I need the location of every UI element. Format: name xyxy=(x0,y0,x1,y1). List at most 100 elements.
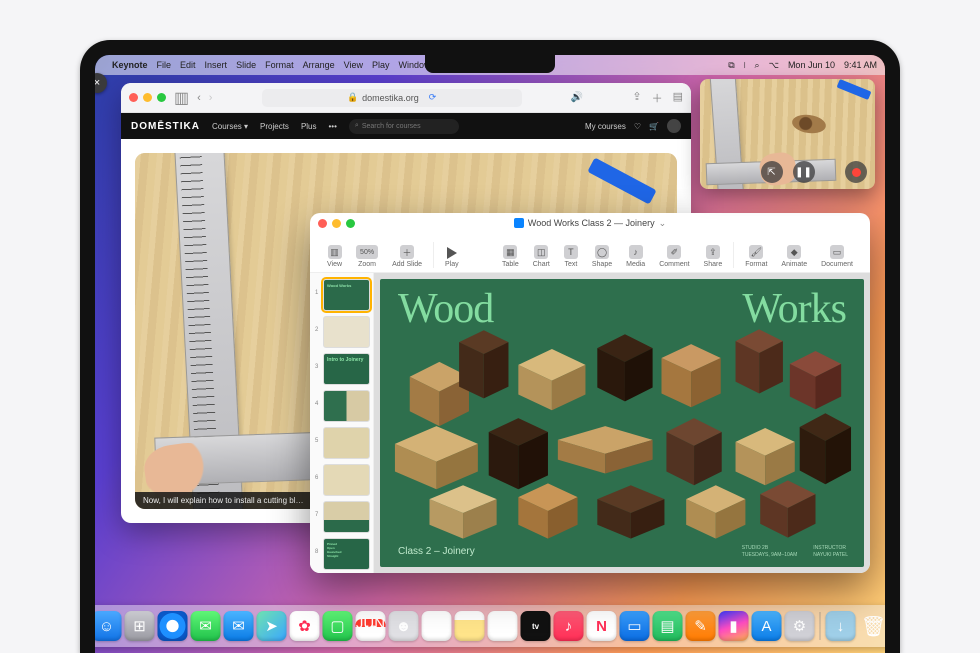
tool-zoom[interactable]: 50%Zoom xyxy=(349,245,385,268)
dock-news[interactable]: N xyxy=(587,611,617,641)
dock-numbers[interactable]: ▤ xyxy=(653,611,683,641)
menu-app-name[interactable]: Keynote xyxy=(112,60,148,70)
slide-subtitle: Class 2 – Joinery xyxy=(398,546,475,557)
reader-reload-icon[interactable]: ⟳ xyxy=(429,92,437,103)
close-button[interactable] xyxy=(318,219,327,228)
slide-thumb-2[interactable]: 2 xyxy=(323,316,370,348)
menu-arrange[interactable]: Arrange xyxy=(303,60,335,70)
dock-facetime[interactable]: ▢ xyxy=(323,611,353,641)
slide-thumb-6[interactable]: 6 xyxy=(323,464,370,496)
domestika-logo[interactable]: DOMĒSTIKA xyxy=(131,121,200,132)
dock-settings[interactable]: ⚙ xyxy=(785,611,815,641)
dock-notes[interactable] xyxy=(455,611,485,641)
chevron-down-icon[interactable]: ⌄ xyxy=(659,218,667,229)
pip-record-indicator[interactable] xyxy=(845,161,867,183)
slide-thumb-5[interactable]: 5 xyxy=(323,427,370,459)
menu-format[interactable]: Format xyxy=(265,60,294,70)
forward-button[interactable]: › xyxy=(209,92,213,104)
dock-trash[interactable]: 🗑 xyxy=(859,611,886,641)
picture-in-picture[interactable]: ⇱ ❚❚ xyxy=(700,79,875,189)
tool-comment[interactable]: ✐Comment xyxy=(652,245,696,268)
slide-canvas[interactable]: Wood Works xyxy=(374,273,870,573)
tool-add-slide[interactable]: ＋Add Slide xyxy=(385,245,429,268)
audio-icon[interactable]: 🔊 xyxy=(571,92,583,103)
my-courses-link[interactable]: My courses xyxy=(585,122,626,131)
dock: ☺⊞✉✉➤✿▢JUN10☻☰✎tv♪N▭▤✎▮A⚙↓🗑 xyxy=(95,605,885,647)
tabs-overview-icon[interactable]: ▤ xyxy=(673,90,683,106)
minimize-button[interactable] xyxy=(143,93,152,102)
dock-maps[interactable]: ➤ xyxy=(257,611,287,641)
dock-photos[interactable]: ✿ xyxy=(290,611,320,641)
slide-thumb-7[interactable]: 7 xyxy=(323,501,370,533)
dock-music[interactable]: ♪ xyxy=(554,611,584,641)
sidebar-toggle-icon[interactable]: ▥ xyxy=(174,88,189,108)
dock-safari[interactable] xyxy=(158,611,188,641)
dock-downloads[interactable]: ↓ xyxy=(826,611,856,641)
slide[interactable]: Wood Works xyxy=(380,279,864,567)
tool-format[interactable]: 🖌Format xyxy=(738,245,774,268)
menu-file[interactable]: File xyxy=(157,60,172,70)
spotlight-icon[interactable]: ⌕ xyxy=(755,60,760,71)
dock-launchpad[interactable]: ⊞ xyxy=(125,611,155,641)
wifi-icon[interactable]: ⧙ xyxy=(744,60,746,71)
search-placeholder: Search for courses xyxy=(362,123,421,130)
dock-contacts[interactable]: ☻ xyxy=(389,611,419,641)
tool-chart[interactable]: ◫Chart xyxy=(526,245,557,268)
share-icon[interactable]: ⇪ xyxy=(632,90,641,106)
dock-reminders[interactable]: ☰ xyxy=(422,611,452,641)
dock-keynote[interactable]: ▭ xyxy=(620,611,650,641)
pip-pause-button[interactable]: ❚❚ xyxy=(793,161,815,183)
pip-restore-button[interactable]: ⇱ xyxy=(761,161,783,183)
tool-media[interactable]: ♪Media xyxy=(619,245,652,268)
tool-view[interactable]: ▥View xyxy=(320,245,349,268)
tool-document[interactable]: ▭Document xyxy=(814,245,860,268)
dock-mail[interactable]: ✉ xyxy=(224,611,254,641)
dock-finder[interactable]: ☺ xyxy=(95,611,122,641)
slide-thumb-3[interactable]: 3Intro to Joinery xyxy=(323,353,370,385)
nav-courses[interactable]: Courses ▾ xyxy=(212,122,248,131)
avatar[interactable] xyxy=(667,119,681,133)
tool-animate[interactable]: ◆Animate xyxy=(774,245,814,268)
dock-messages[interactable]: ✉ xyxy=(191,611,221,641)
keynote-window[interactable]: Wood Works Class 2 — Joinery ⌄ ▥View 50%… xyxy=(310,213,870,573)
menu-edit[interactable]: Edit xyxy=(180,60,196,70)
fullscreen-button[interactable] xyxy=(157,93,166,102)
tool-table[interactable]: ▦Table xyxy=(495,245,526,268)
cart-icon[interactable]: 🛒 xyxy=(649,122,659,131)
new-tab-button[interactable]: ＋ xyxy=(652,90,663,106)
tool-share[interactable]: ⇪Share xyxy=(697,245,730,268)
dock-calendar[interactable]: JUN10 xyxy=(356,611,386,641)
screen-mirror-icon[interactable]: ⧉ xyxy=(728,60,734,71)
menu-view[interactable]: View xyxy=(344,60,363,70)
slide-thumb-4[interactable]: 4 xyxy=(323,390,370,422)
dock-freeform[interactable]: ✎ xyxy=(488,611,518,641)
nav-projects[interactable]: Projects xyxy=(260,122,289,131)
tool-text[interactable]: TText xyxy=(557,245,585,268)
tool-play[interactable]: Play xyxy=(438,247,466,268)
control-center-icon[interactable]: ⌥ xyxy=(769,60,779,71)
slide-thumb-8[interactable]: 8Pinned Open Haunched Straight xyxy=(323,538,370,570)
dock-appstore[interactable]: A xyxy=(752,611,782,641)
minimize-button[interactable] xyxy=(332,219,341,228)
menu-slide[interactable]: Slide xyxy=(236,60,256,70)
site-search[interactable]: ⌕ Search for courses xyxy=(349,119,459,134)
window-controls xyxy=(129,93,166,102)
nav-plus[interactable]: Plus xyxy=(301,122,317,131)
slide-thumb-1[interactable]: 1Wood Works xyxy=(323,279,370,311)
fullscreen-button[interactable] xyxy=(346,219,355,228)
address-bar[interactable]: 🔒 domestika.org ⟳ xyxy=(262,89,522,107)
dock-iphone-mirror[interactable]: ▮ xyxy=(719,611,749,641)
menu-play[interactable]: Play xyxy=(372,60,390,70)
tool-shape[interactable]: ◯Shape xyxy=(585,245,619,268)
dock-tv[interactable]: tv xyxy=(521,611,551,641)
dock-pages[interactable]: ✎ xyxy=(686,611,716,641)
menu-time[interactable]: 9:41 AM xyxy=(844,60,877,70)
menu-date[interactable]: Mon Jun 10 xyxy=(788,60,835,70)
slide-navigator[interactable]: 1Wood Works 2 3Intro to Joinery 4 5 6 7 … xyxy=(310,273,374,573)
menu-insert[interactable]: Insert xyxy=(205,60,228,70)
back-button[interactable]: ‹ xyxy=(197,92,201,104)
close-button[interactable] xyxy=(129,93,138,102)
nav-more[interactable]: ••• xyxy=(329,122,337,131)
pip-close-button[interactable]: × xyxy=(95,73,107,93)
notifications-icon[interactable]: ♡ xyxy=(634,122,641,131)
